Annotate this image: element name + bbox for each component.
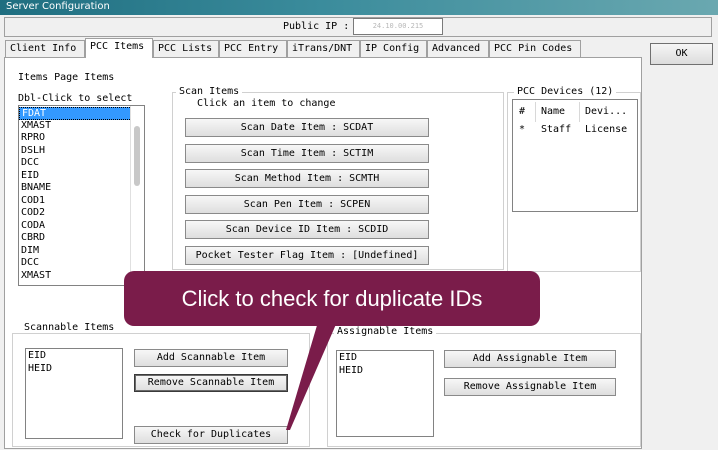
header-divider [579,102,580,122]
list-item[interactable]: DCC [19,157,144,170]
list-item[interactable]: EID [26,350,122,363]
scan-device-id-item-button[interactable]: Scan Device ID Item : SCDID [185,220,429,239]
list-item[interactable]: FDAT [19,107,144,120]
device-row-device[interactable]: License [585,124,627,135]
public-ip-field[interactable]: 24.10.00.215 [353,18,443,35]
list-item[interactable]: CBRD [19,232,144,245]
tab-client-info[interactable]: Client Info [5,40,85,57]
devices-header-device[interactable]: Devi... [585,106,627,117]
list-item[interactable]: CODA [19,220,144,233]
list-item[interactable]: EID [337,352,433,365]
tab-itrans-dnt[interactable]: iTrans/DNT [287,40,360,57]
list-item[interactable]: HEID [26,363,122,376]
list-item[interactable]: DIM [19,245,144,258]
tab-pcc-pin-codes[interactable]: PCC Pin Codes [489,40,581,57]
items-page-list[interactable]: FDAT XMAST RPRO DSLH DCC EID BNAME COD1 COD2 CODA… [18,105,145,286]
list-item[interactable]: BNAME [19,182,144,195]
list-item[interactable]: DSLH [19,145,144,158]
tab-ip-config[interactable]: IP Config [360,40,427,57]
pocket-tester-flag-item-button[interactable]: Pocket Tester Flag Item : [Undefined] [185,246,429,265]
add-assignable-item-button[interactable]: Add Assignable Item [444,350,616,368]
pcc-devices-table[interactable]: # Name Devi... * Staff License [512,99,638,212]
remove-assignable-item-button[interactable]: Remove Assignable Item [444,378,616,396]
list-item[interactable]: COD2 [19,207,144,220]
device-row-index[interactable]: * [519,124,525,135]
device-row-name[interactable]: Staff [541,124,571,135]
items-page-scrollbar[interactable] [130,106,144,285]
header-divider [535,102,536,122]
scan-method-item-button[interactable]: Scan Method Item : SCMTH [185,169,429,188]
assignable-items-list[interactable]: EID HEID [336,350,434,437]
devices-header-name[interactable]: Name [541,106,565,117]
list-item[interactable]: HEID [337,365,433,378]
check-for-duplicates-button[interactable]: Check for Duplicates [134,426,288,444]
tab-advanced[interactable]: Advanced [427,40,489,57]
scan-items-legend: Scan Items [176,86,243,97]
public-ip-label: Public IP : [283,21,350,32]
tab-pcc-entry[interactable]: PCC Entry [219,40,287,57]
items-page-hint: Dbl-Click to select [18,93,133,104]
scannable-items-legend: Scannable Items [21,322,118,333]
scan-items-hint: Click an item to change [197,98,336,109]
add-scannable-item-button[interactable]: Add Scannable Item [134,349,288,367]
scan-time-item-button[interactable]: Scan Time Item : SCTIM [185,144,429,163]
list-item[interactable]: EID [19,170,144,183]
devices-header-index[interactable]: # [519,106,525,117]
list-item[interactable]: COD1 [19,195,144,208]
assignable-items-legend: Assignable Items [334,326,437,337]
scan-date-item-button[interactable]: Scan Date Item : SCDAT [185,118,429,137]
list-item[interactable]: XMAST [19,120,144,133]
pcc-devices-legend: PCC Devices (12) [514,86,617,97]
window-title: Server Configuration [0,0,718,15]
remove-scannable-item-button[interactable]: Remove Scannable Item [134,374,288,392]
items-page-title: Items Page Items [18,72,115,83]
list-item[interactable]: RPRO [19,132,144,145]
tab-pcc-items[interactable]: PCC Items [85,38,153,58]
tab-pcc-lists[interactable]: PCC Lists [153,40,219,57]
ok-button[interactable]: OK [650,43,713,65]
scroll-thumb[interactable] [134,126,140,186]
scannable-items-list[interactable]: EID HEID [25,348,123,439]
scan-pen-item-button[interactable]: Scan Pen Item : SCPEN [185,195,429,214]
callout-tooltip: Click to check for duplicate IDs [124,271,540,326]
list-item[interactable]: DCC [19,257,144,270]
